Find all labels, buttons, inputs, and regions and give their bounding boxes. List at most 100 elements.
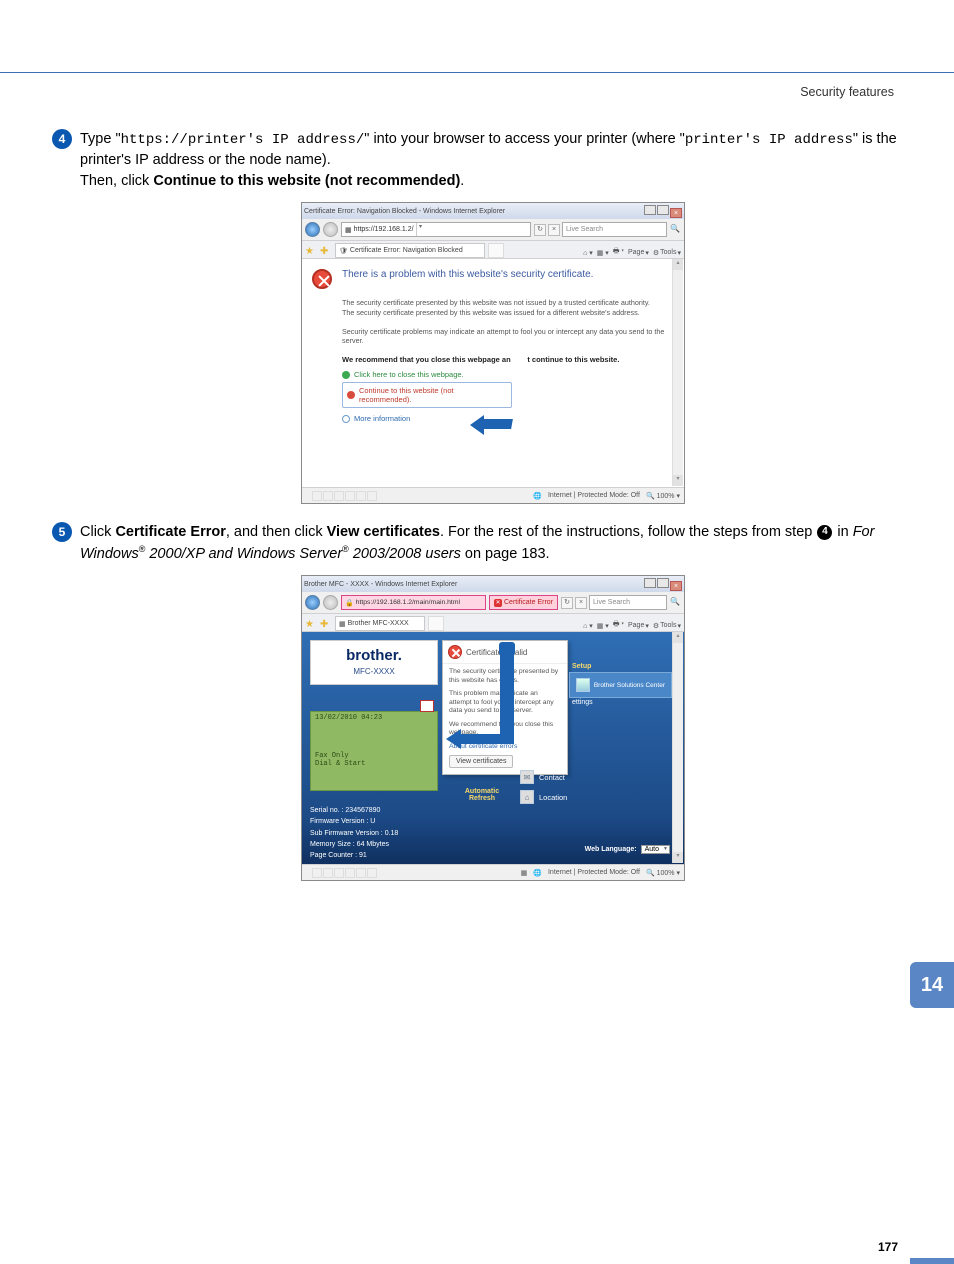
- internet-zone-icon: 🌐: [533, 492, 542, 500]
- step-5-badge: 5: [52, 522, 72, 542]
- cert-error-p1: The security certificate presented by th…: [342, 298, 670, 317]
- print-icon[interactable]: 🖶 ▾: [613, 620, 624, 631]
- auto-refresh-label: Automatic Refresh: [462, 788, 502, 802]
- code-url: https://printer's IP address/: [121, 132, 365, 148]
- scrollbar[interactable]: ▴▾: [672, 632, 683, 863]
- page-menu[interactable]: Page ▾: [628, 249, 649, 257]
- callout-arrow-icon: [460, 734, 514, 744]
- page-menu[interactable]: Page ▾: [628, 622, 649, 630]
- url-text: https://192.168.1.2/: [354, 226, 414, 233]
- inline-step-ref-badge: 4: [817, 525, 832, 540]
- feeds-icon[interactable]: ▦ ▾: [597, 249, 609, 257]
- back-button[interactable]: [305, 595, 320, 610]
- page-number: 177: [878, 1240, 898, 1254]
- url-text: https://192.168.1.2/main/main.html: [356, 599, 460, 606]
- close-webpage-link[interactable]: Click here to close this webpage.: [342, 370, 670, 379]
- continue-link-bold: Continue to this website (not recommende…: [153, 173, 460, 189]
- favorites-icon[interactable]: ★: [305, 246, 317, 258]
- stop-button[interactable]: ×: [548, 224, 560, 236]
- search-icon[interactable]: 🔍: [669, 597, 681, 609]
- browser-tab[interactable]: 🛡 Certificate Error: Navigation Blocked: [335, 243, 485, 258]
- chapter-tab: 14: [910, 962, 954, 1008]
- error-shield-icon: [448, 645, 462, 659]
- page-icon: ▦: [345, 226, 352, 234]
- step-5-text: Click Certificate Error, and then click …: [80, 522, 906, 565]
- lock-icon: 🔒: [345, 599, 354, 607]
- location-icon: ⌂: [520, 790, 534, 804]
- refresh-button[interactable]: ↻: [561, 597, 573, 609]
- zoom-level[interactable]: 🔍 100% ▾: [646, 492, 680, 500]
- cert-recommend: We recommend that you close this webpage…: [342, 355, 670, 364]
- certificate-error-button[interactable]: ✕ Certificate Error: [489, 595, 558, 610]
- ie-toolbar: ⌂ ▾ ▦ ▾ 🖶 ▾ Page ▾ ⚙ Tools ▾: [583, 247, 681, 258]
- internet-zone-icon: 🌐: [533, 869, 542, 877]
- status-cells: [312, 491, 377, 501]
- zoom-level[interactable]: 🔍 100% ▾: [646, 869, 680, 877]
- page-icon: ▦: [339, 620, 346, 628]
- add-favorites-icon[interactable]: ✚: [320, 246, 332, 258]
- forward-button[interactable]: [323, 595, 338, 610]
- search-icon[interactable]: 🔍: [669, 224, 681, 236]
- brother-logo: brother.: [317, 647, 431, 664]
- new-tab-button[interactable]: [428, 616, 444, 631]
- cert-error-heading: There is a problem with this website's s…: [342, 269, 670, 280]
- browser-tab[interactable]: ▦ Brother MFC-XXXX: [335, 616, 425, 631]
- tools-menu[interactable]: ⚙ Tools ▾: [653, 249, 681, 257]
- callout-arrow-icon: [500, 650, 514, 738]
- code-ip: printer's IP address: [685, 132, 853, 148]
- back-button[interactable]: [305, 222, 320, 237]
- address-bar[interactable]: 🔒 https://192.168.1.2/main/main.html: [341, 595, 486, 610]
- continue-website-link[interactable]: Continue to this website (not recommende…: [342, 382, 512, 408]
- brother-logo-box: brother. MFC-XXXX: [310, 640, 438, 685]
- ie-toolbar: ⌂ ▾ ▦ ▾ 🖶 ▾ Page ▾ ⚙ Tools ▾: [583, 620, 681, 631]
- error-shield-icon: [312, 269, 332, 289]
- web-language-select[interactable]: Auto: [641, 845, 670, 854]
- cert-error-x-icon: ✕: [494, 599, 502, 607]
- window-buttons: ×: [643, 578, 682, 591]
- tools-menu[interactable]: ⚙ Tools ▾: [653, 622, 681, 630]
- step-4-text: Type "https://printer's IP address/" int…: [80, 129, 906, 192]
- menu-setup[interactable]: Setup: [570, 662, 670, 671]
- restricted-icon: ▦: [521, 869, 528, 877]
- stop-button[interactable]: ×: [575, 597, 587, 609]
- status-text: Internet | Protected Mode: Off: [548, 869, 640, 876]
- new-tab-button[interactable]: [488, 243, 504, 258]
- forward-button[interactable]: [323, 222, 338, 237]
- home-icon[interactable]: ⌂ ▾: [583, 622, 593, 630]
- lcd-display: 13/02/2010 04:23 Fax Only Dial & Start: [310, 711, 438, 791]
- web-language: Web Language: Auto: [585, 845, 670, 854]
- favorites-icon[interactable]: ★: [305, 619, 317, 631]
- printer-icon: [420, 700, 434, 712]
- window-title: Certificate Error: Navigation Blocked - …: [304, 208, 505, 215]
- section-header: Security features: [0, 73, 954, 99]
- window-title: Brother MFC - XXXX - Windows Internet Ex…: [304, 581, 457, 588]
- home-icon[interactable]: ⌂ ▾: [583, 249, 593, 257]
- refresh-button[interactable]: ↻: [534, 224, 546, 236]
- brother-solutions-link[interactable]: Brother Solutions Center: [569, 672, 672, 698]
- address-bar[interactable]: ▦ https://192.168.1.2/ ▾: [341, 222, 531, 237]
- search-box[interactable]: Live Search: [589, 595, 667, 610]
- shield-icon: 🛡: [339, 247, 348, 255]
- location-link[interactable]: ⌂Location: [520, 790, 567, 804]
- status-text: Internet | Protected Mode: Off: [548, 492, 640, 499]
- footer-accent: [910, 1258, 954, 1264]
- add-favorites-icon[interactable]: ✚: [320, 619, 332, 631]
- screenshot-brother-admin: Brother MFC - XXXX - Windows Internet Ex…: [301, 575, 685, 881]
- model-name: MFC-XXXX: [317, 667, 431, 676]
- status-cells: [312, 868, 377, 878]
- more-info-link[interactable]: More information: [342, 414, 670, 423]
- print-icon[interactable]: 🖶 ▾: [613, 247, 624, 258]
- address-dropdown-icon[interactable]: ▾: [416, 223, 425, 236]
- view-certificates-button[interactable]: View certificates: [449, 755, 513, 768]
- contact-link[interactable]: ✉Contact: [520, 770, 565, 784]
- device-info: Serial no. : 234567890 Firmware Version …: [310, 805, 438, 861]
- screenshot-cert-error: Certificate Error: Navigation Blocked - …: [301, 202, 685, 504]
- scrollbar[interactable]: ▴▾: [672, 259, 683, 486]
- window-buttons: ×: [643, 205, 682, 218]
- cert-error-p2: Security certificate problems may indica…: [342, 327, 670, 346]
- search-box[interactable]: Live Search: [562, 222, 667, 237]
- popup-title: Certificate Invalid: [466, 648, 527, 657]
- menu-item[interactable]: ettings: [570, 698, 670, 707]
- contact-icon: ✉: [520, 770, 534, 784]
- feeds-icon[interactable]: ▦ ▾: [597, 622, 609, 630]
